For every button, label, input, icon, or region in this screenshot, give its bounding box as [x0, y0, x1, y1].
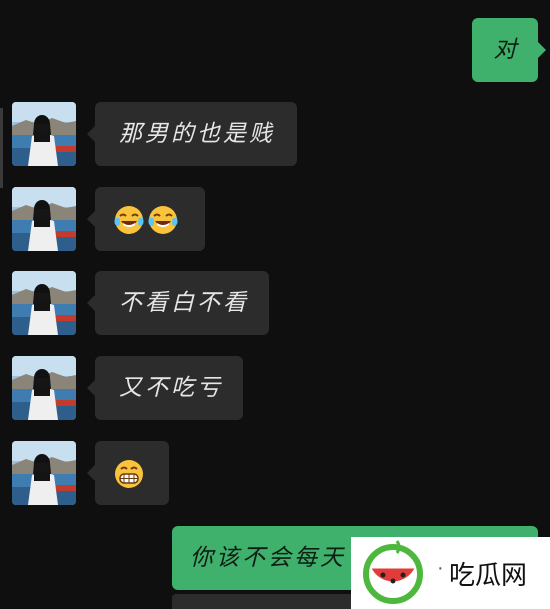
outgoing-bubble-tail: [538, 42, 546, 58]
grimacing-face-icon: [115, 460, 143, 488]
left-edge-indicator: [0, 108, 3, 188]
watermark-text: 吃瓜网: [449, 561, 528, 591]
contact-avatar[interactable]: [12, 102, 76, 166]
message-text: 又不吃亏: [119, 375, 223, 401]
message-text: 你该不会每天: [190, 545, 346, 571]
watermark-dot: ·: [437, 557, 444, 579]
crying-laughing-face-icon: [114, 206, 144, 234]
site-watermark: · 吃瓜网: [351, 537, 550, 609]
message-text: 不看白不看: [119, 290, 249, 316]
contact-avatar[interactable]: [12, 271, 76, 335]
outgoing-message-bubble[interactable]: 对: [472, 18, 538, 82]
contact-avatar[interactable]: [12, 441, 76, 505]
chat-input-bar[interactable]: [172, 594, 372, 609]
crying-laughing-face-icon: [148, 206, 178, 234]
incoming-message-bubble[interactable]: 又不吃亏: [87, 356, 243, 420]
message-text: 对: [493, 37, 517, 63]
incoming-message-bubble[interactable]: 那男的也是贱: [87, 102, 297, 166]
contact-avatar[interactable]: [12, 356, 76, 420]
contact-avatar[interactable]: [12, 187, 76, 251]
incoming-message-bubble[interactable]: 不看白不看: [87, 271, 269, 335]
watermelon-logo-icon: [363, 540, 423, 604]
incoming-message-bubble[interactable]: [87, 187, 205, 251]
incoming-message-bubble[interactable]: [87, 441, 169, 505]
message-text: 那男的也是贱: [119, 121, 275, 147]
